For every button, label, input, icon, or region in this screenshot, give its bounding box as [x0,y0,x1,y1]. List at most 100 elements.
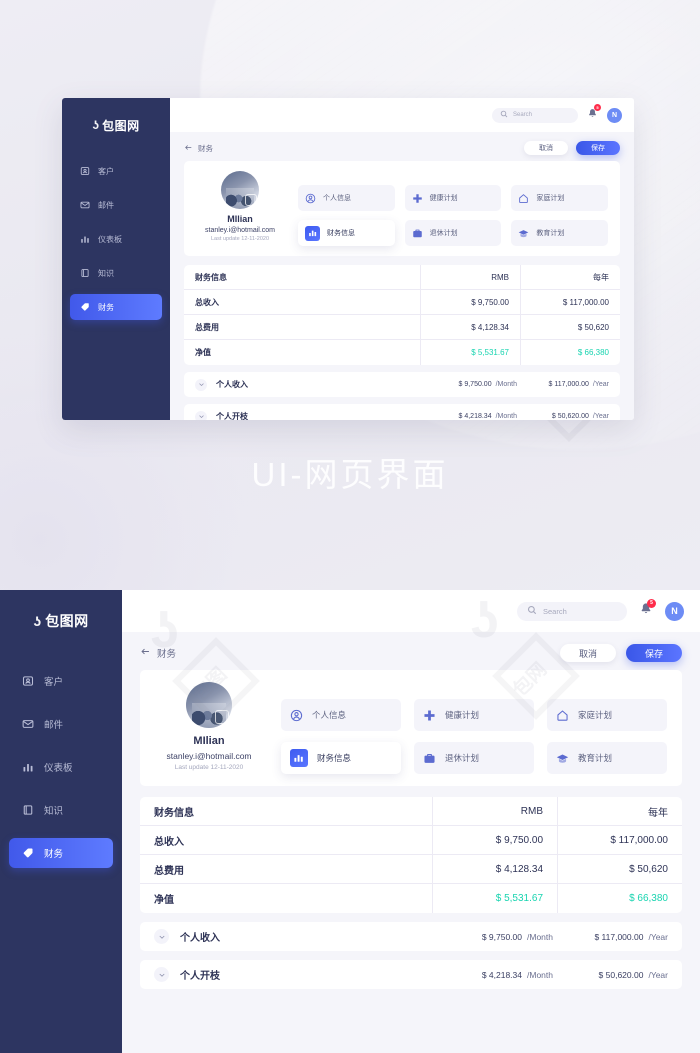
sidebar-item-finance[interactable]: 财务 [9,838,113,868]
breadcrumb[interactable]: 财务 [184,143,213,154]
value-unit: /Year [592,381,609,388]
table-header-row: 财务信息 RMB 每年 [184,265,620,290]
mail-icon [80,200,90,210]
table-header-cell: RMB [420,265,520,289]
option-label: 退休计划 [429,230,458,237]
option-financial-info[interactable]: 财务信息 [298,220,395,246]
value-unit: /Month [527,969,553,980]
full-view-section: ʖ 包图网 客户 邮件 仪表板 知识 财务 Search 5 N 财务 取消 保… [0,590,700,1053]
breadcrumb[interactable]: 财务 [140,646,176,660]
arrow-left-icon[interactable] [184,143,193,154]
option-financial-info[interactable]: 财务信息 [281,742,401,774]
tag-icon [80,302,90,312]
sidebar-item-finance[interactable]: 财务 [70,294,162,320]
option-retirement-plan[interactable]: 退休计划 [404,220,502,246]
option-health-plan[interactable]: 健康计划 [414,699,534,731]
search-input[interactable]: Search [517,601,627,621]
option-retirement-plan[interactable]: 退休计划 [414,742,534,774]
chevron-down-icon[interactable] [195,410,207,420]
sidebar-nav: 客户 邮件 仪表板 知识 财务 [62,158,170,320]
option-family-plan[interactable]: 家庭计划 [511,185,608,211]
row-label: 净值 [195,348,211,357]
bar-chart-icon [305,225,320,241]
main-content: Search 5 N 财务 取消 保存 MIlian stanley.i@hot… [122,590,700,1053]
expandable-row-income[interactable]: 个人收入 $ 9,750.00 /Month $ 117,000.00 /Yea… [140,922,682,951]
cancel-button[interactable]: 取消 [524,141,568,155]
table-header-cell: 财务信息 [195,272,227,282]
expandable-year-value: $ 117,000.00 /Year [517,381,609,388]
notifications-button[interactable]: 5 [587,104,601,124]
sidebar-item-dashboard[interactable]: 仪表板 [70,226,162,252]
table-row: 净值 $ 5,531.67 $ 66,380 [184,340,620,365]
expandable-month-value: $ 9,750.00 /Month [425,381,518,388]
value-unit: /Month [527,931,553,942]
option-education-plan[interactable]: 教育计划 [547,742,667,774]
avatar[interactable]: N [665,601,684,621]
app-logo[interactable]: ʖ 包图网 [0,590,122,652]
profile-email: stanley.i@hotmail.com [166,751,252,761]
expandable-row-expense[interactable]: 个人开枝 $ 4,218.34 /Month $ 50,620.00 /Year [184,404,620,420]
bar-chart-icon [22,761,34,773]
sidebar-item-dashboard[interactable]: 仪表板 [9,752,113,782]
search-icon [527,605,537,617]
notifications-button[interactable]: 5 [639,598,656,621]
logo-mark-icon: ʖ [33,613,42,629]
option-family-plan[interactable]: 家庭计划 [547,699,667,731]
search-input[interactable]: Search [492,107,578,123]
expandable-month-value: $ 4,218.34 /Month [425,413,518,420]
cancel-button[interactable]: 取消 [560,644,616,662]
chevron-down-icon[interactable] [154,967,169,982]
option-health-plan[interactable]: 健康计划 [404,185,502,211]
row-year: $ 117,000.00 [557,826,682,854]
sidebar-item-knowledge[interactable]: 知识 [70,260,162,286]
option-label: 退休计划 [445,753,480,763]
expandable-year-value: $ 50,620.00 /Year [517,413,609,420]
user-circle-icon [305,193,316,204]
logo-mark-icon: ʖ [92,118,100,132]
bar-chart-icon [290,749,308,767]
chevron-down-icon[interactable] [195,378,207,391]
profile-name: MIlian [193,735,225,747]
chevron-down-icon[interactable] [154,929,169,944]
expandable-row-expense[interactable]: 个人开枝 $ 4,218.34 /Month $ 50,620.00 /Year [140,960,682,989]
home-icon [556,709,569,722]
row-year: $ 50,620 [520,315,620,339]
briefcase-icon [423,752,436,765]
logo-text: 包图网 [102,118,140,133]
option-education-plan[interactable]: 教育计划 [511,220,608,246]
option-personal-info[interactable]: 个人信息 [281,699,401,731]
profile-last-update: Last update 12-11-2020 [174,764,244,771]
option-label: 财务信息 [327,230,355,237]
sidebar-item-customers[interactable]: 客户 [9,666,113,696]
contact-card-icon [80,166,90,176]
option-label: 家庭计划 [578,710,613,720]
profile-summary: MIlian stanley.i@hotmail.com Last update… [196,171,284,246]
value-amount: $ 50,620.00 [598,969,644,980]
table-header-cell: 每年 [557,797,682,825]
sidebar-item-label: 邮件 [98,200,114,210]
preview-title: UI-网页界面 [251,456,449,493]
sidebar-item-label: 仪表板 [98,234,122,244]
value-unit: /Year [648,931,668,942]
profile-email: stanley.i@hotmail.com [205,227,275,234]
table-row: 总费用 $ 4,128.34 $ 50,620 [184,315,620,340]
action-buttons: 取消 保存 [524,141,620,155]
table-header-row: 财务信息 RMB 每年 [140,797,682,826]
row-rmb: $ 5,531.67 [432,884,557,913]
save-button[interactable]: 保存 [626,644,682,662]
arrow-left-icon[interactable] [140,646,151,660]
avatar[interactable]: N [607,107,622,123]
app-logo[interactable]: ʖ 包图网 [62,98,170,152]
option-personal-info[interactable]: 个人信息 [298,185,395,211]
sidebar-item-knowledge[interactable]: 知识 [9,795,113,825]
action-buttons: 取消 保存 [560,644,682,662]
row-rmb: $ 4,128.34 [432,855,557,883]
save-button[interactable]: 保存 [576,141,620,155]
sidebar-item-customers[interactable]: 客户 [70,158,162,184]
financial-table: 财务信息 RMB 每年 总收入 $ 9,750.00 $ 117,000.00 … [140,797,682,913]
expandable-row-income[interactable]: 个人收入 $ 9,750.00 /Month $ 117,000.00 /Yea… [184,372,620,397]
sidebar-item-mail[interactable]: 邮件 [9,709,113,739]
sidebar-item-mail[interactable]: 邮件 [70,192,162,218]
search-placeholder: Search [543,606,567,616]
top-bar: Search 5 N [122,590,700,632]
